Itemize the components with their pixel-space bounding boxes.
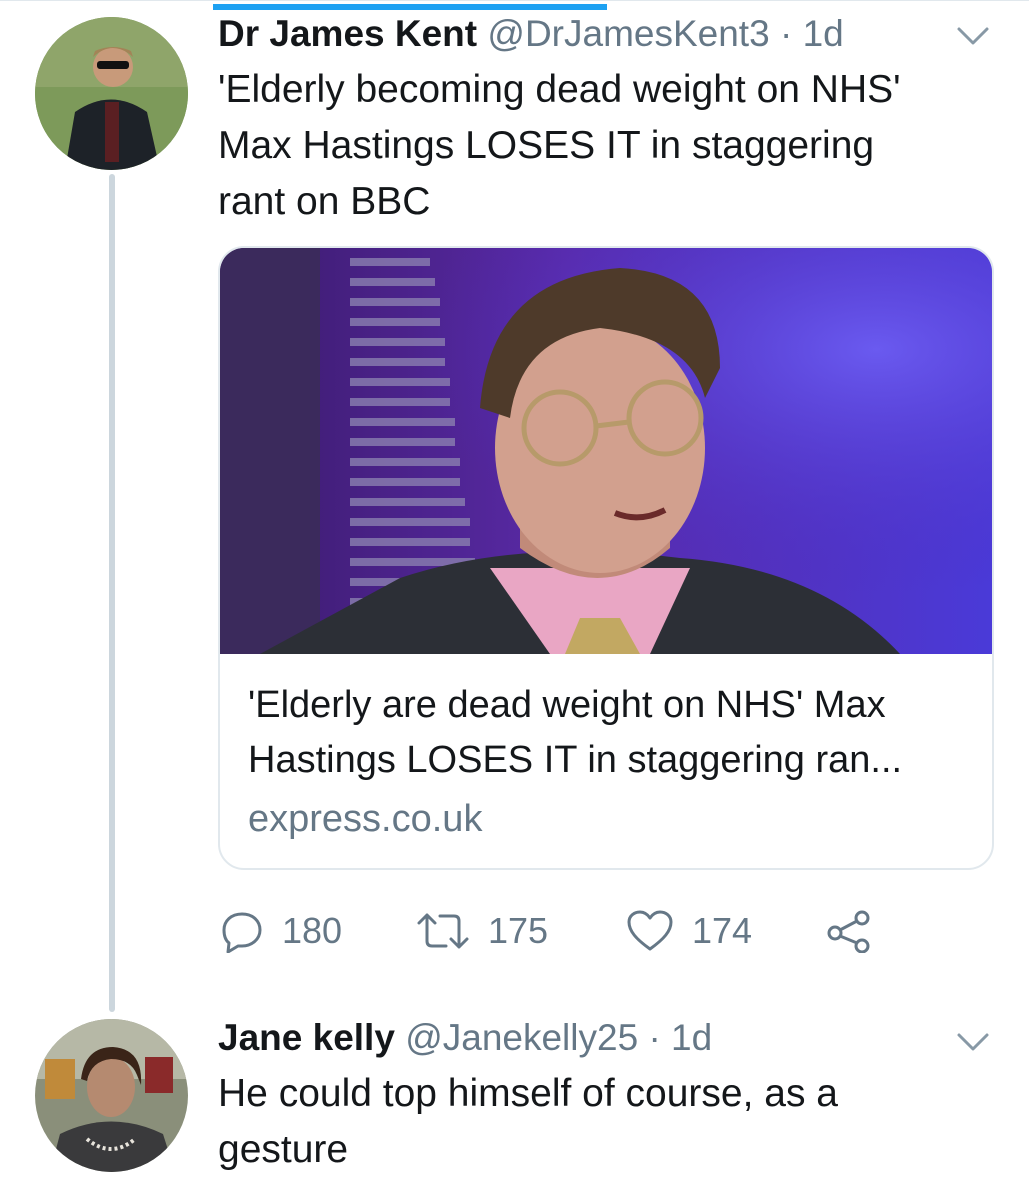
share-button[interactable] [826,896,872,966]
tweet-timestamp[interactable]: 1d [803,13,844,54]
link-card[interactable]: 'Elderly are dead weight on NHS' Max Has… [218,246,994,870]
reply-icon [220,909,264,953]
top-divider [0,0,1029,1]
heart-icon [626,909,674,953]
card-title: 'Elderly are dead weight on NHS' Max Has… [248,678,968,788]
avatar[interactable] [35,17,188,170]
tweet-text-line: rant on BBC [218,180,431,223]
like-count: 174 [692,910,753,951]
author-handle[interactable]: @DrJamesKent3 [487,13,769,54]
retweet-icon [416,909,470,953]
tweet-text-line: gesture [218,1128,349,1171]
avatar[interactable] [35,1019,188,1172]
separator-dot: · [779,13,793,54]
author-name[interactable]: Jane kelly [218,1017,395,1058]
reply-count: 180 [282,910,343,951]
tweet-header: Jane kelly @Janekelly25 · 1d [218,1016,712,1060]
tweet-text-line: 'Elderly becoming dead weight on NHS' [218,68,901,111]
tweet-text: 'Elderly becoming dead weight on NHS' Ma… [218,62,978,230]
card-title-line: 'Elderly are dead weight on NHS' Max [248,684,886,726]
tweet-timestamp[interactable]: 1d [671,1017,712,1058]
tweet-actions: 180 175 174 [218,896,918,966]
thread-line [109,174,115,1012]
tweet-header: Dr James Kent @DrJamesKent3 · 1d [218,12,844,56]
card-domain: express.co.uk [248,798,483,840]
retweet-count: 175 [488,910,549,951]
active-tab-indicator [213,4,607,10]
card-title-line: Hastings LOSES IT in staggering ran... [248,739,903,781]
tweet-text-line: He could top himself of course, as a [218,1072,838,1115]
chevron-down-icon[interactable] [956,1032,990,1057]
separator-dot: · [648,1017,661,1058]
tweet-text: He could top himself of course, as a ges… [218,1066,978,1178]
chevron-down-icon[interactable] [956,26,990,51]
share-icon [826,909,872,953]
author-handle[interactable]: @Janekelly25 [405,1017,638,1058]
card-image [220,248,992,654]
author-name[interactable]: Dr James Kent [218,13,477,54]
tweet-text-line: Max Hastings LOSES IT in staggering [218,124,875,167]
card-body: 'Elderly are dead weight on NHS' Max Has… [248,678,968,847]
retweet-button[interactable]: 175 [416,896,548,966]
like-button[interactable]: 174 [626,896,752,966]
reply-button[interactable]: 180 [220,896,342,966]
